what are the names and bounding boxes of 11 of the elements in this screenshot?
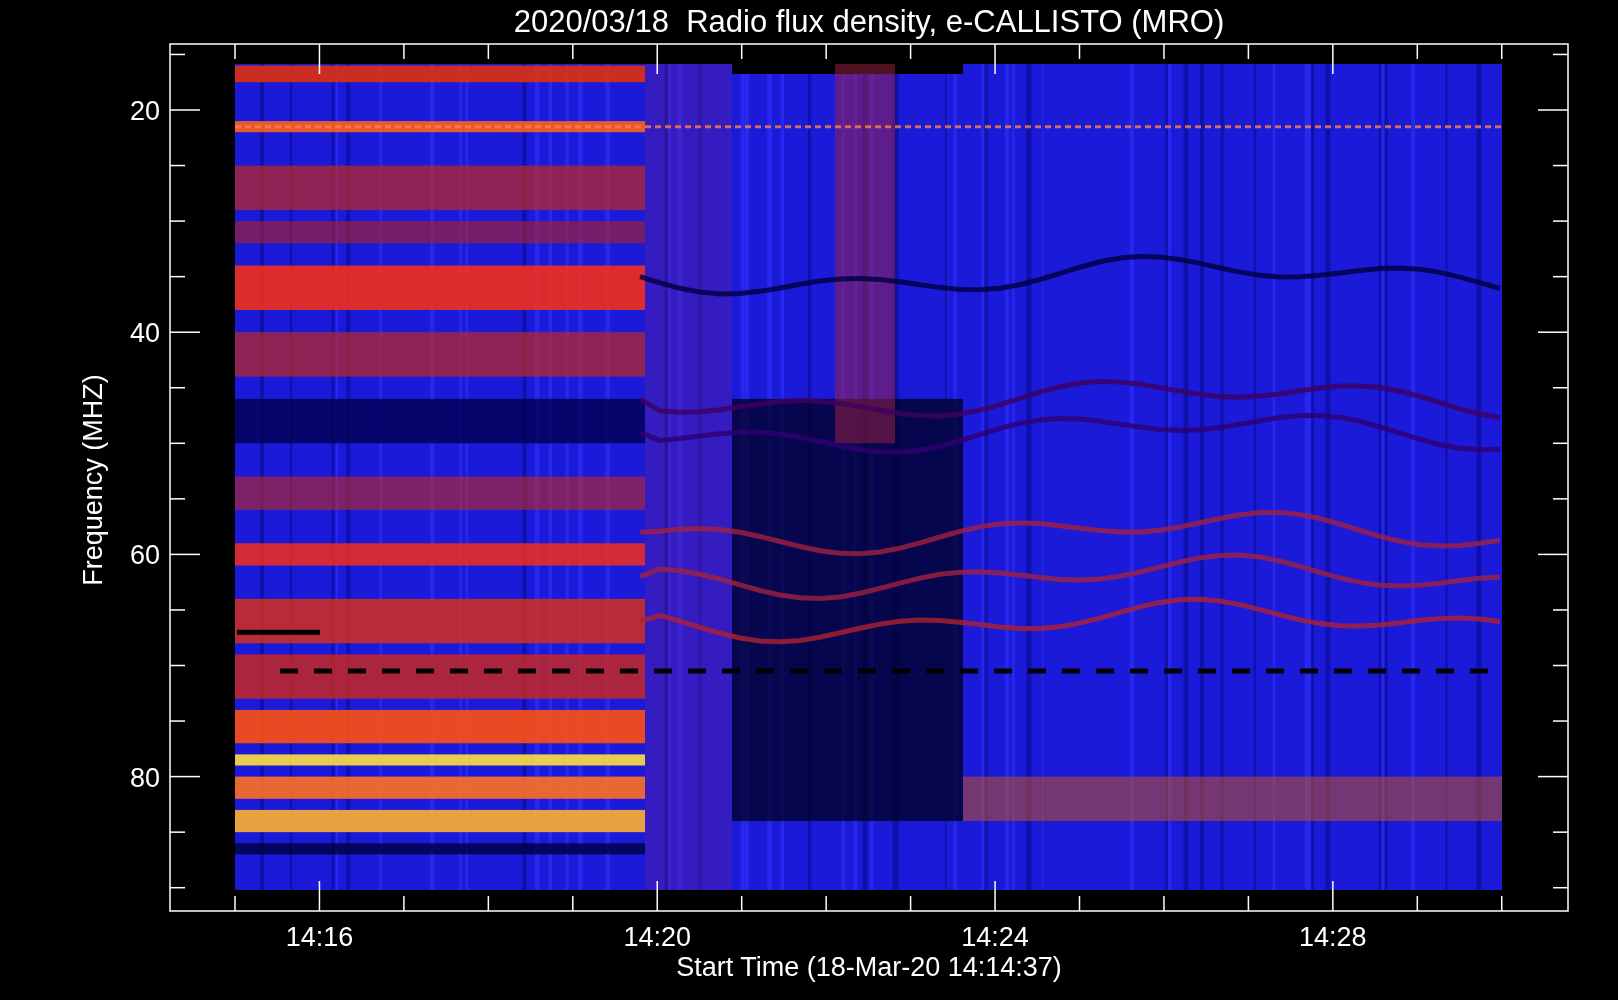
tick-label: 14:20 bbox=[623, 922, 692, 952]
tick-label: 14:28 bbox=[1299, 922, 1367, 952]
tick-label: 14:24 bbox=[961, 922, 1029, 952]
tick-label: 60 bbox=[129, 540, 160, 571]
tick-label: 40 bbox=[129, 318, 160, 349]
axis-title: Frequency (MHZ) bbox=[78, 374, 108, 586]
tick-label: 14:16 bbox=[285, 922, 354, 952]
axis-title: Start Time (18-Mar-20 14:14:37) bbox=[676, 952, 1062, 982]
tick-label: 80 bbox=[129, 762, 160, 793]
plot-title: 2020/03/18 Radio flux density, e-CALLISTO (MRO) bbox=[513, 4, 1225, 39]
tick-label: 20 bbox=[129, 96, 160, 126]
